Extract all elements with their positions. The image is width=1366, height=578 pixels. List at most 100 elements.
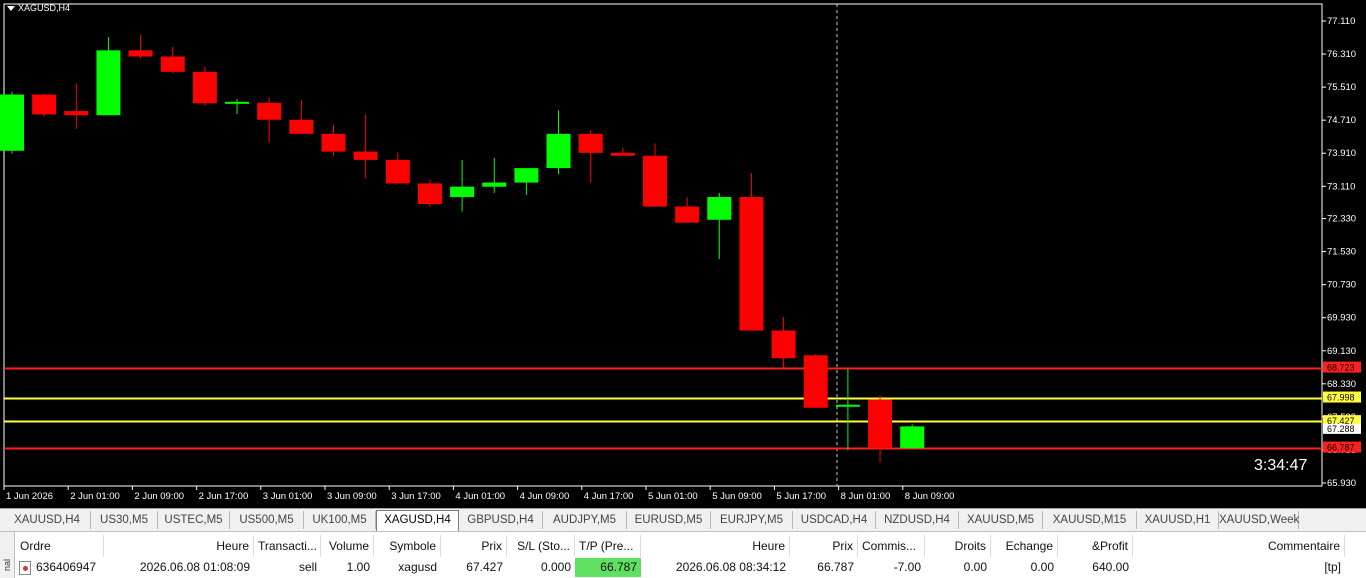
time-tick-label: 1 Jun 2026 <box>6 491 53 502</box>
column-header[interactable]: Prix <box>441 535 507 557</box>
price-tick-label: 73.910 <box>1327 148 1356 159</box>
time-tick-label: 3 Jun 09:00 <box>327 491 377 502</box>
level-price-tag-label: 68.723 <box>1327 363 1355 373</box>
column-header[interactable]: Heure <box>104 535 254 557</box>
price-tick-label: 65.930 <box>1327 478 1356 489</box>
time-tick-label: 5 Jun 09:00 <box>712 491 762 502</box>
candle-body <box>900 426 925 449</box>
tab-nzdusd-h4[interactable]: NZDUSD,H4 <box>876 511 959 529</box>
time-tick-label: 2 Jun 01:00 <box>70 491 120 502</box>
tab-xauusd-week[interactable]: XAUUSD,Week <box>1219 511 1299 529</box>
time-tick-label: 2 Jun 17:00 <box>199 491 249 502</box>
candle-body <box>192 71 217 104</box>
column-header[interactable]: Commis... <box>858 535 925 557</box>
price-tick-label: 68.330 <box>1327 379 1356 390</box>
column-header[interactable]: &Profit <box>1058 535 1133 557</box>
tp-cell: 66.787 <box>575 558 641 577</box>
time-tick-label: 3 Jun 17:00 <box>391 491 441 502</box>
candle-body <box>868 399 893 449</box>
price-tick-label: 70.730 <box>1327 280 1356 291</box>
column-header[interactable]: Volume <box>321 535 374 557</box>
chart-tabs-bar: XAUUSD,H4 US30,M5 USTEC,M5 US500,M5 UK100,M5… <box>0 508 1366 532</box>
candle-body <box>321 133 346 152</box>
open-price-cell: 67.427 <box>466 560 503 574</box>
level-price-tag-label: 66.787 <box>1327 443 1355 453</box>
column-header[interactable]: Ordre <box>16 535 104 557</box>
tab-audjpy-m5[interactable]: AUDJPY,M5 <box>543 511 627 529</box>
time-tick-label: 5 Jun 17:00 <box>776 491 826 502</box>
tab-usdcad-h4[interactable]: USDCAD,H4 <box>793 511 876 529</box>
candle-body <box>450 186 475 198</box>
column-header[interactable]: Symbole <box>374 535 441 557</box>
candle-body <box>739 197 764 331</box>
close-price-cell: 66.787 <box>817 560 854 574</box>
time-tick-label: 2 Jun 09:00 <box>134 491 184 502</box>
candle-body <box>225 101 250 104</box>
time-tick-label: 3 Jun 01:00 <box>263 491 313 502</box>
tab-xauusd-m5[interactable]: XAUUSD,M5 <box>959 511 1043 529</box>
candle-body <box>771 330 796 359</box>
dropdown-triangle-icon[interactable] <box>7 5 15 11</box>
tab-xauusd-m15[interactable]: XAUUSD,M15 <box>1043 511 1137 529</box>
price-tick-label: 76.310 <box>1327 49 1356 60</box>
candle-body <box>514 168 539 183</box>
candle-body <box>482 182 507 187</box>
profit-cell: 640.00 <box>1092 560 1129 574</box>
volume-cell: 1.00 <box>346 560 370 574</box>
tab-ustec-m5[interactable]: USTEC,M5 <box>158 511 230 529</box>
candle-body <box>64 111 89 116</box>
column-header[interactable]: Commentaire <box>1133 535 1345 557</box>
symbol-cell: xagusd <box>398 560 437 574</box>
candle-body <box>643 155 667 207</box>
commission-cell: -7.00 <box>893 560 921 574</box>
tab-us500-m5[interactable]: US500,M5 <box>230 511 304 529</box>
time-tick-label: 4 Jun 01:00 <box>455 491 505 502</box>
tab-eurjpy-m5[interactable]: EURJPY,M5 <box>711 511 793 529</box>
order-cell: 636406947 <box>36 560 97 574</box>
tab-eurusd-m5[interactable]: EURUSD,M5 <box>627 511 711 529</box>
candle-body <box>707 197 732 220</box>
bid-price-tag-label: 67.288 <box>1327 424 1355 434</box>
column-header[interactable]: S/L (Sto... <box>507 535 575 557</box>
candle-body <box>546 133 571 169</box>
terminal-side-label[interactable]: nal <box>0 532 15 578</box>
price-tick-label: 74.710 <box>1327 115 1356 126</box>
price-tick-label: 77.110 <box>1327 16 1355 27</box>
candle-countdown: 3:34:47 <box>1254 457 1308 474</box>
tab-xauusd-h1[interactable]: XAUUSD,H1 <box>1137 511 1219 529</box>
candle-body <box>385 159 410 184</box>
sl-cell: 0.000 <box>540 560 571 574</box>
candle-body <box>160 56 185 72</box>
column-header[interactable]: Echange <box>991 535 1058 557</box>
tab-us30-m5[interactable]: US30,M5 <box>91 511 158 529</box>
candle-body <box>257 102 282 120</box>
chart-symbol-title: XAGUSD,H4 <box>7 3 70 13</box>
tab-gbpusd-h4[interactable]: GBPUSD,H4 <box>459 511 543 529</box>
price-tick-label: 73.110 <box>1327 181 1355 192</box>
price-tick-label: 71.530 <box>1327 247 1356 258</box>
column-header[interactable]: Prix <box>790 535 858 557</box>
column-header[interactable]: Droits <box>925 535 991 557</box>
column-header[interactable]: Heure <box>641 535 790 557</box>
time-tick-label: 5 Jun 01:00 <box>648 491 698 502</box>
price-chart[interactable]: 77.110 76.310 75.510 74.710 73.910 73.110 72.3… <box>0 0 1366 508</box>
type-cell: sell <box>298 560 317 574</box>
candle-body <box>0 94 24 151</box>
column-header[interactable]: T/P (Pre... <box>575 535 641 557</box>
time-tick-label: 4 Jun 09:00 <box>520 491 570 502</box>
candle-body <box>96 50 121 116</box>
candle-body <box>675 206 700 223</box>
candle-body <box>803 355 828 408</box>
tab-xagusd-h4[interactable]: XAGUSD,H4 <box>376 510 459 531</box>
price-tick-label: 69.930 <box>1327 313 1356 324</box>
tab-uk100-m5[interactable]: UK100,M5 <box>304 511 376 529</box>
terminal-panel: nal Ordre Heure Transacti... Volume Symbole P… <box>0 531 1366 578</box>
chart-canvas[interactable]: 77.110 76.310 75.510 74.710 73.910 73.110 72.3… <box>0 0 1366 508</box>
column-header[interactable]: Transacti... <box>254 535 321 557</box>
time-tick-label: 4 Jun 17:00 <box>584 491 634 502</box>
tab-xauusd-h4[interactable]: XAUUSD,H4 <box>4 511 91 529</box>
candle-body <box>128 50 153 57</box>
chart-symbol-label: XAGUSD,H4 <box>18 3 71 13</box>
swap-cell: 0.00 <box>963 560 987 574</box>
time-tick-label: 8 Jun 09:00 <box>905 491 955 502</box>
